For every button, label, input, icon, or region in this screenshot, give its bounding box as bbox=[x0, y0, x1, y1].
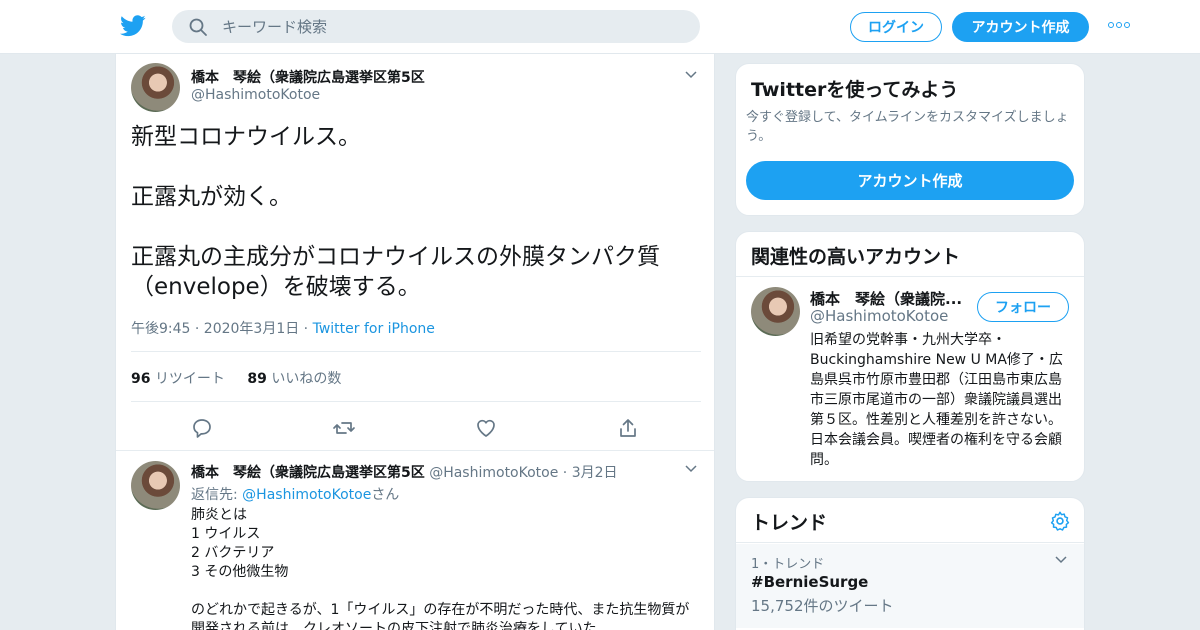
reply-icon[interactable] bbox=[190, 416, 214, 440]
trends-title: トレンド bbox=[751, 512, 828, 534]
like-count[interactable]: 89 bbox=[247, 371, 266, 387]
related-user-handle[interactable]: @HashimotoKotoe bbox=[810, 307, 948, 325]
settings-gear-icon[interactable] bbox=[1049, 510, 1071, 532]
divider bbox=[131, 401, 701, 402]
timeline: 橋本 琴絵（衆議院広島選挙区第5区 @HashimotoKotoe 新型コロナウ… bbox=[115, 54, 715, 630]
avatar[interactable] bbox=[751, 287, 800, 336]
reply-to: 返信先: @HashimotoKotoeさん bbox=[191, 484, 399, 504]
divider bbox=[736, 276, 1084, 277]
trend-meta: 1・トレンド bbox=[751, 557, 825, 572]
trends-header: トレンド bbox=[736, 498, 1084, 543]
reply-text-line: 肺炎とは bbox=[191, 507, 247, 523]
reply-text-blank bbox=[191, 582, 701, 601]
reply-text-line: 2 バクテリア bbox=[191, 545, 275, 561]
tweet-separator bbox=[116, 450, 714, 451]
tweet-text: 新型コロナウイルス。 正露丸が効く。 正露丸の主成分がコロナウイルスの外膜タンパ… bbox=[131, 122, 701, 302]
tweet-meta: 午後9:45 · 2020年3月1日 · Twitter for iPhone bbox=[131, 318, 435, 338]
retweet-count[interactable]: 96 bbox=[131, 371, 150, 387]
tweet-text-line: 正露丸が効く。 bbox=[131, 184, 292, 210]
tweet-user-name[interactable]: 橋本 琴絵（衆議院広島選挙区第5区 bbox=[191, 67, 425, 87]
signup-card-button[interactable]: アカウント作成 bbox=[746, 161, 1074, 200]
chevron-down-icon[interactable] bbox=[685, 71, 697, 79]
top-header: ログイン アカウント作成 bbox=[0, 0, 1200, 54]
retweet-label[interactable]: リツイート bbox=[155, 371, 225, 387]
retweet-icon[interactable] bbox=[332, 416, 356, 440]
reply-to-prefix: 返信先: bbox=[191, 487, 243, 503]
signup-card: Twitterを使ってみよう 今すぐ登録して、タイムラインをカスタマイズしましょ… bbox=[735, 63, 1085, 216]
like-label[interactable]: いいねの数 bbox=[271, 371, 341, 387]
tweet-timestamp[interactable]: 午後9:45 · 2020年3月1日 · bbox=[131, 321, 313, 337]
search-box[interactable] bbox=[172, 10, 700, 43]
related-user-bio: 旧希望の党幹事・九州大学卒・Buckinghamshire New U MA修了… bbox=[810, 332, 1063, 468]
reply-user-handle[interactable]: @HashimotoKotoe bbox=[429, 465, 558, 481]
avatar[interactable] bbox=[131, 63, 180, 112]
related-user-name[interactable]: 橋本 琴絵（衆議院... bbox=[810, 288, 962, 309]
signup-card-title: Twitterを使ってみよう bbox=[751, 79, 959, 101]
twitter-bird-icon[interactable] bbox=[120, 14, 146, 38]
reply-header: 橋本 琴絵（衆議院広島選挙区第5区 @HashimotoKotoe · 3月2日 bbox=[191, 462, 618, 482]
reply-text-line: 3 その他微生物 bbox=[191, 564, 289, 580]
reply-date[interactable]: · 3月2日 bbox=[563, 465, 618, 481]
share-icon[interactable] bbox=[616, 416, 640, 440]
tweet-stats: 96 リツイート 89 いいねの数 bbox=[131, 368, 341, 388]
chevron-down-icon[interactable] bbox=[1055, 556, 1067, 564]
divider bbox=[131, 351, 701, 352]
reply-text-line: のどれかで起きるが、1「ウイルス」の存在が不明だった時代、また抗生物質が開発され… bbox=[191, 602, 690, 630]
search-input[interactable] bbox=[222, 10, 682, 43]
avatar[interactable] bbox=[131, 461, 180, 510]
reply-to-handle[interactable]: @HashimotoKotoe bbox=[242, 487, 371, 503]
tweet-user-handle[interactable]: @HashimotoKotoe bbox=[191, 87, 320, 103]
trend-item[interactable]: 1・トレンド #BernieSurge 15,752件のツイート bbox=[736, 544, 1084, 628]
related-accounts-card: 関連性の高いアカウント 橋本 琴絵（衆議院... @HashimotoKotoe… bbox=[735, 231, 1085, 482]
tweet-text-line: 正露丸の主成分がコロナウイルスの外膜タンパク質（envelope）を破壊する。 bbox=[131, 244, 660, 300]
search-icon bbox=[189, 18, 207, 36]
follow-button[interactable]: フォロー bbox=[977, 292, 1069, 322]
trend-tweet-count: 15,752件のツイート bbox=[751, 597, 894, 615]
trends-card: トレンド 1・トレンド #BernieSurge 15,752件のツイート bbox=[735, 497, 1085, 630]
signup-button[interactable]: アカウント作成 bbox=[952, 12, 1089, 42]
more-options-icon[interactable] bbox=[1108, 22, 1130, 30]
related-accounts-title: 関連性の高いアカウント bbox=[751, 246, 961, 268]
tweet-source[interactable]: Twitter for iPhone bbox=[313, 321, 435, 337]
chevron-down-icon[interactable] bbox=[685, 465, 697, 473]
reply-user-name[interactable]: 橋本 琴絵（衆議院広島選挙区第5区 bbox=[191, 465, 425, 481]
login-button[interactable]: ログイン bbox=[850, 12, 942, 42]
signup-card-subtitle: 今すぐ登録して、タイムラインをカスタマイズしましょう。 bbox=[746, 110, 1069, 144]
reply-text: 肺炎とは 1 ウイルス 2 バクテリア 3 その他微生物 のどれかで起きるが、1… bbox=[191, 506, 701, 630]
like-heart-icon[interactable] bbox=[474, 416, 498, 440]
reply-text-line: 1 ウイルス bbox=[191, 526, 261, 542]
trend-name[interactable]: #BernieSurge bbox=[751, 573, 868, 591]
tweet-text-line: 新型コロナウイルス。 bbox=[131, 124, 361, 150]
reply-to-suffix: さん bbox=[371, 487, 400, 503]
